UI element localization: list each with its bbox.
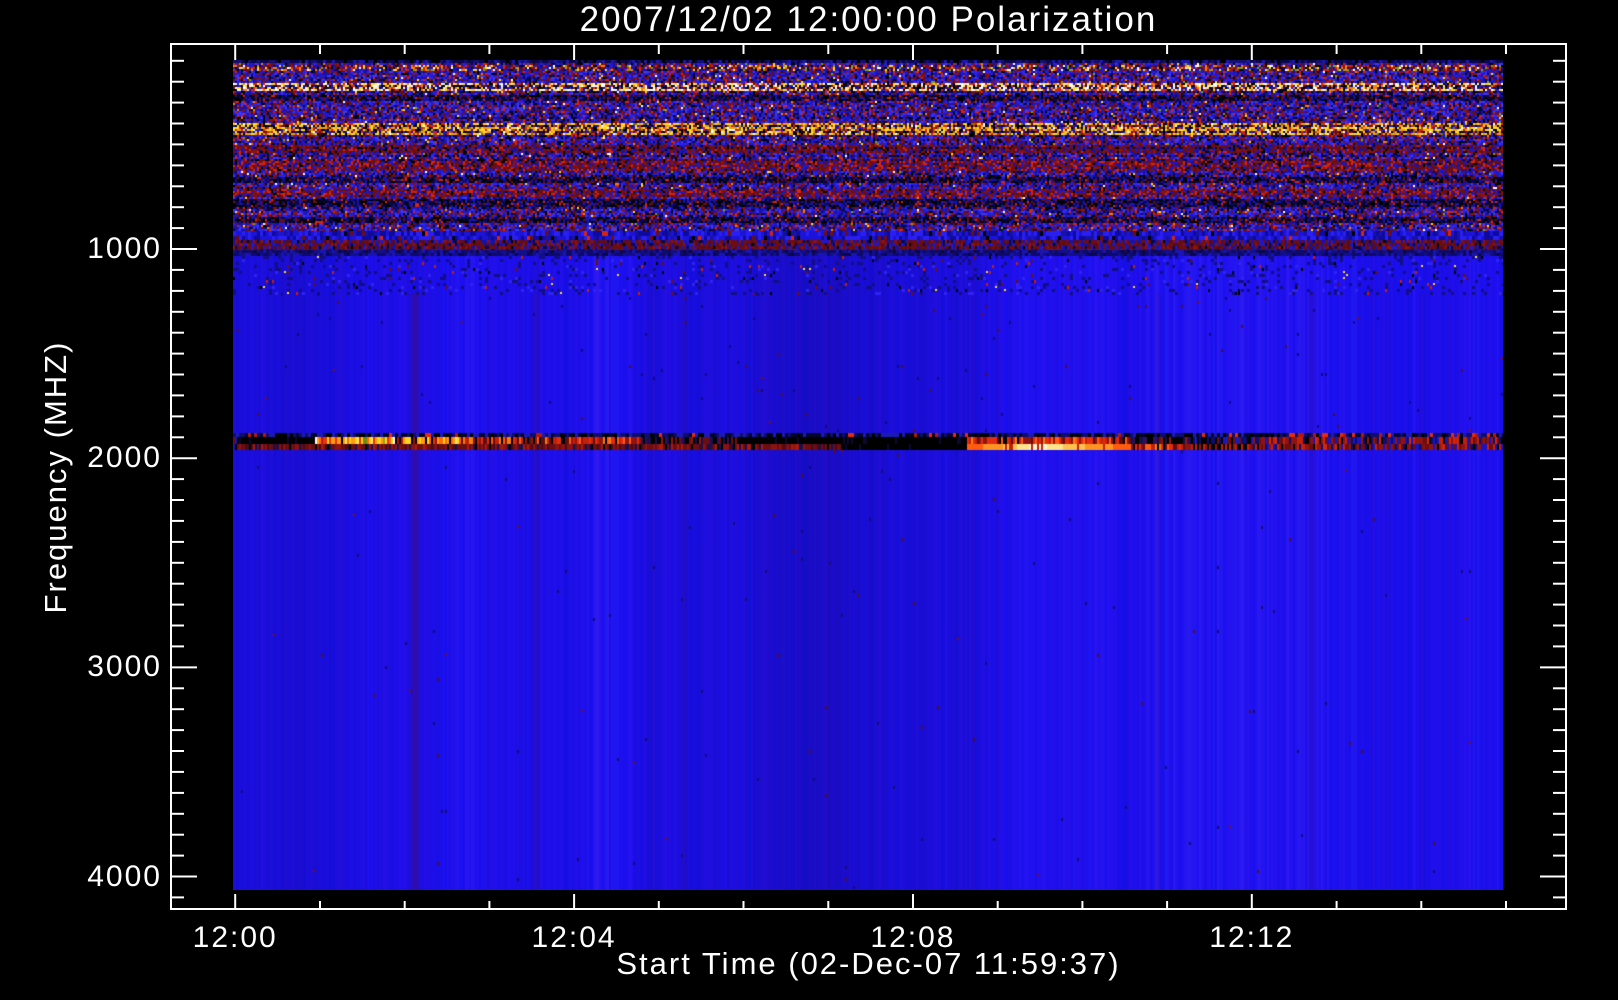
y-tick-label: 3000 xyxy=(87,650,162,684)
plot-frame-axes xyxy=(170,43,1567,910)
spectrogram-page: 2007/12/02 12:00:00 Polarization Frequen… xyxy=(0,0,1618,1000)
x-axis-label: Start Time (02-Dec-07 11:59:37) xyxy=(616,946,1121,981)
y-tick-label: 1000 xyxy=(87,232,162,266)
y-tick-label: 4000 xyxy=(87,859,162,893)
y-tick-label: 2000 xyxy=(87,441,162,475)
